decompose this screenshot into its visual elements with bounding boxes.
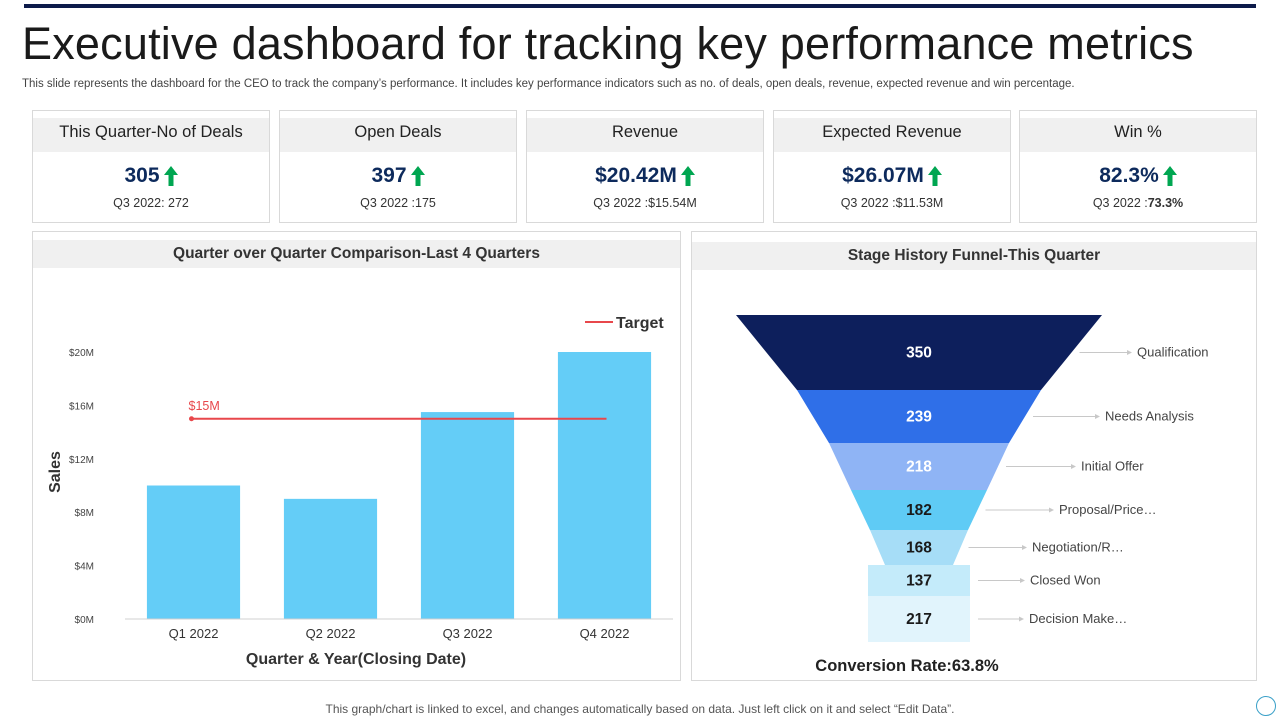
bar-q2-2022 [283,498,378,619]
funnel-value-label: 168 [906,540,932,557]
funnel-value-label: 137 [906,573,932,590]
leader-arrow-icon [1095,414,1100,419]
funnel-stage-label: Negotiation/R… [1032,540,1124,555]
leader-arrow-icon [1127,350,1132,355]
footer-note: This graph/chart is linked to excel, and… [325,702,955,716]
funnel-stage-label: Needs Analysis [1105,409,1194,424]
arrow-up-icon [927,166,942,186]
bar-chart-panel: Quarter over Quarter Comparison-Last 4 Q… [32,231,681,681]
funnel-value-label: 182 [906,502,932,519]
y-axis-label: Sales [47,451,64,493]
kpi-label: Win % [1020,118,1256,152]
kpi-card-expected-revenue: Expected Revenue $26.07M Q3 2022 :$11.53… [773,110,1011,223]
leader-arrow-icon [1019,616,1024,622]
funnel-stage-label: Qualification [1137,345,1209,360]
corner-circle-icon [1256,696,1276,716]
target-value-label: $15M [189,399,220,413]
funnel-value-label: 239 [906,409,932,426]
target-line-start-marker [189,416,194,422]
kpi-comparison: Q3 2022 :$11.53M [840,196,944,210]
bar-q3-2022 [420,412,515,619]
funnel-stage-label: Decision Make… [1029,611,1127,626]
x-axis-label: Quarter & Year(Closing Date) [246,651,466,668]
x-tick-label: Q4 2022 [580,626,630,641]
kpi-value: $26.07M [842,164,924,187]
kpi-label: Revenue [527,118,763,152]
kpi-value-row: 305 [33,164,269,188]
leader-arrow-icon [1071,464,1076,469]
conversion-rate-label: Conversion Rate:63.8% [815,657,999,675]
arrow-up-icon [163,166,178,186]
y-tick-label: $12M [69,455,94,466]
y-tick-label: $0M [75,615,94,626]
y-tick-label: $20M [69,348,94,359]
funnel-value-label: 350 [906,345,932,362]
kpi-value: 82.3% [1099,164,1159,187]
kpi-comparison: Q3 2022 :175 [360,196,436,210]
kpi-comparison: Q3 2022 :$15.54M [593,196,697,210]
bar-q4-2022 [557,352,652,619]
kpi-card-deals: This Quarter-No of Deals 305 Q3 2022: 27… [32,110,270,223]
kpi-value-row: 82.3% [1020,164,1256,188]
funnel-stage-label: Closed Won [1030,573,1101,588]
kpi-value-row: $20.42M [527,164,763,188]
leader-arrow-icon [1022,545,1027,550]
kpi-comparison: Q3 2022: 272 [113,196,189,210]
kpi-label: This Quarter-No of Deals [33,118,269,152]
funnel-value-label: 217 [906,611,932,628]
kpi-value-row: 397 [280,164,516,188]
funnel-value-label: 218 [906,459,932,476]
kpi-value-row: $26.07M [774,164,1010,188]
top-accent-bar [24,4,1256,8]
x-tick-label: Q3 2022 [443,626,493,641]
arrow-up-icon [410,166,425,186]
x-tick-label: Q1 2022 [169,626,219,641]
funnel-chart-panel: Stage History Funnel-This Quarter 350 Qua… [691,231,1257,681]
arrow-up-icon [680,166,695,186]
kpi-value: 397 [371,164,407,187]
kpi-card-open-deals: Open Deals 397 Q3 2022 :175 [279,110,517,223]
funnel-stage-label: Proposal/Price… [1059,502,1157,517]
funnel-stage-label: Initial Offer [1081,459,1144,474]
arrow-up-icon [1162,166,1177,186]
page-subtitle: This slide represents the dashboard for … [22,78,1075,90]
kpi-label: Open Deals [280,118,516,152]
kpi-value: 305 [124,164,160,187]
legend-target-label: Target [616,315,664,332]
x-tick-label: Q2 2022 [306,626,356,641]
kpi-card-revenue: Revenue $20.42M Q3 2022 :$15.54M [526,110,764,223]
kpi-value: $20.42M [595,164,677,187]
kpi-card-win-percent: Win % 82.3% Q3 2022 :73.3% [1019,110,1257,223]
bar-chart: $0M $4M $8M $12M $16M $20M Q1 2022 Q2 2022 Q3 2… [47,315,673,668]
leader-arrow-icon [1020,578,1025,583]
y-tick-label: $4M [75,562,94,573]
funnel-chart: 350 Qualification 239 Needs Analysis 218 Init… [736,315,1209,675]
kpi-label: Expected Revenue [774,118,1010,152]
y-tick-label: $8M [75,508,94,519]
kpi-comparison: Q3 2022 :73.3% [1092,196,1184,210]
y-tick-label: $16M [69,401,94,412]
bar-q1-2022 [146,485,241,619]
leader-arrow-icon [1049,507,1054,513]
page-title: Executive dashboard for tracking key per… [22,18,1194,69]
